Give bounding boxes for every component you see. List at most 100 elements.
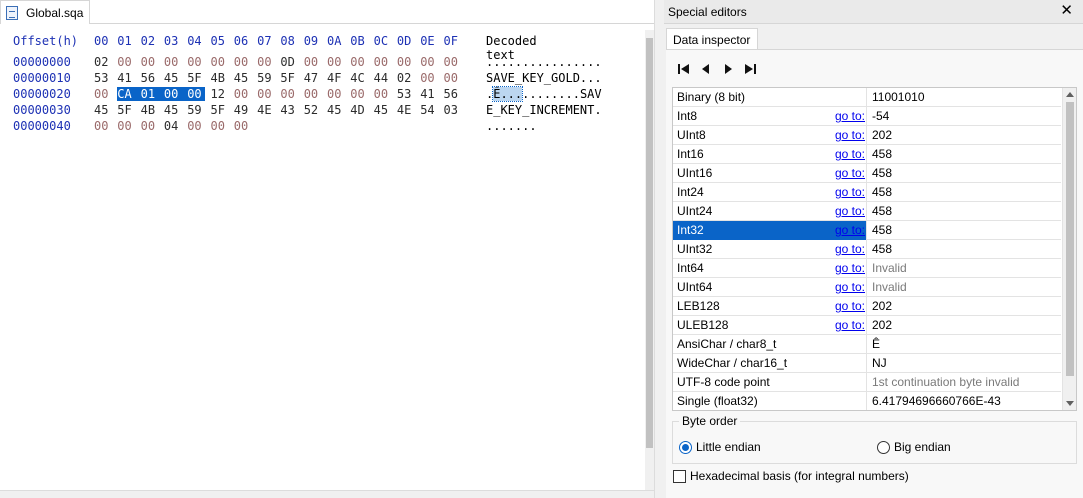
previous-icon[interactable]	[698, 61, 714, 77]
close-icon[interactable]: ✕	[1060, 3, 1073, 19]
hex-byte[interactable]: 4F	[327, 71, 345, 85]
hex-byte[interactable]: 00	[234, 119, 252, 133]
hex-vertical-scrollbar[interactable]	[645, 30, 654, 490]
inspector-row[interactable]: Int32 go to: 458	[673, 221, 1061, 240]
go-to-link[interactable]: go to:	[831, 202, 865, 220]
hex-byte[interactable]: 00	[374, 55, 392, 69]
hex-byte[interactable]: 5F	[117, 103, 135, 117]
hex-byte[interactable]: 45	[164, 103, 182, 117]
inspector-scrollbar-thumb[interactable]	[1066, 102, 1074, 376]
hex-byte[interactable]: 00	[257, 87, 275, 101]
hex-byte[interactable]: 00	[420, 71, 438, 85]
hex-byte[interactable]: 00	[280, 87, 298, 101]
hex-byte[interactable]: 59	[187, 103, 205, 117]
hex-byte[interactable]: 02	[397, 71, 415, 85]
selected-byte[interactable]: 01	[140, 87, 164, 101]
hex-byte[interactable]: 00	[304, 87, 322, 101]
hex-byte[interactable]: 00	[444, 71, 462, 85]
hex-byte[interactable]: 45	[94, 103, 112, 117]
selected-byte[interactable]: 00	[187, 87, 206, 101]
tab-data-inspector[interactable]: Data inspector	[666, 28, 758, 50]
hex-byte[interactable]: 43	[280, 103, 298, 117]
hex-byte[interactable]: 00	[420, 55, 438, 69]
go-to-link[interactable]: go to:	[831, 278, 865, 296]
hex-byte[interactable]: 4B	[141, 103, 159, 117]
hex-byte[interactable]: 00	[141, 119, 159, 133]
inspector-row[interactable]: UInt64 go to: Invalid	[673, 278, 1061, 297]
hex-byte[interactable]: 00	[350, 87, 368, 101]
scroll-up-icon[interactable]	[1066, 92, 1074, 97]
go-to-link[interactable]: go to:	[831, 164, 865, 182]
inspector-row[interactable]: AnsiChar / char8_t Ê	[673, 335, 1061, 354]
inspector-row-value[interactable]: NJ	[872, 354, 887, 372]
hex-byte[interactable]: 00	[141, 55, 159, 69]
hex-byte[interactable]: 41	[117, 71, 135, 85]
inspector-row-value[interactable]: 458	[872, 202, 892, 220]
inspector-row[interactable]: UInt8 go to: 202	[673, 126, 1061, 145]
inspector-row[interactable]: Int16 go to: 458	[673, 145, 1061, 164]
hex-byte[interactable]: 00	[211, 119, 229, 133]
hex-byte[interactable]: 5F	[211, 103, 229, 117]
first-icon[interactable]	[676, 61, 692, 77]
go-to-link[interactable]: go to:	[831, 316, 865, 334]
hex-scrollbar-thumb[interactable]	[646, 38, 653, 448]
hex-horizontal-scrollbar[interactable]	[0, 490, 654, 498]
hex-byte[interactable]: 00	[164, 55, 182, 69]
inspector-row-value[interactable]: 202	[872, 316, 892, 334]
hex-byte[interactable]: 00	[397, 55, 415, 69]
data-inspector-grid[interactable]: Binary (8 bit) 11001010 Int8 go to: -54 UInt8…	[672, 87, 1077, 411]
inspector-row-value[interactable]: -54	[872, 107, 889, 125]
decoded-text[interactable]: .......	[486, 119, 537, 133]
hex-byte[interactable]: 00	[327, 55, 345, 69]
hex-byte[interactable]: 45	[234, 71, 252, 85]
hex-byte[interactable]: 45	[164, 71, 182, 85]
inspector-row-value[interactable]: 202	[872, 297, 892, 315]
hex-byte[interactable]: 00	[117, 119, 135, 133]
hex-byte[interactable]: 0D	[280, 55, 298, 69]
inspector-row[interactable]: Int64 go to: Invalid	[673, 259, 1061, 278]
inspector-row-value[interactable]: 11001010	[872, 88, 925, 106]
inspector-row-value[interactable]: Invalid	[872, 278, 907, 296]
inspector-vertical-scrollbar[interactable]	[1062, 88, 1076, 410]
selected-byte[interactable]: CA	[117, 87, 141, 101]
hex-byte[interactable]: 44	[374, 71, 392, 85]
inspector-row[interactable]: ULEB128 go to: 202	[673, 316, 1061, 335]
hex-byte[interactable]: 4E	[397, 103, 415, 117]
little-endian-radio[interactable]: Little endian	[679, 440, 761, 454]
inspector-row-value[interactable]: 458	[872, 183, 892, 201]
hex-byte[interactable]: 00	[327, 87, 345, 101]
inspector-row[interactable]: Binary (8 bit) 11001010	[673, 88, 1061, 107]
inspector-row[interactable]: UTF-8 code point 1st continuation byte in…	[673, 373, 1061, 392]
hex-byte[interactable]: 4C	[350, 71, 368, 85]
hex-byte[interactable]: 54	[420, 103, 438, 117]
hex-byte[interactable]: 56	[444, 87, 462, 101]
hex-byte[interactable]: 59	[257, 71, 275, 85]
go-to-link[interactable]: go to:	[831, 240, 865, 258]
inspector-row[interactable]: Single (float32) 6.41794696660766E-43	[673, 392, 1061, 410]
decoded-text[interactable]: .Ê...........SAV	[486, 86, 602, 102]
hex-byte[interactable]: 12	[211, 87, 229, 101]
hex-byte[interactable]: 00	[234, 55, 252, 69]
hex-byte[interactable]: 00	[304, 55, 322, 69]
next-icon[interactable]	[720, 61, 736, 77]
decoded-text[interactable]: SAVE_KEY_GOLD...	[486, 71, 602, 85]
inspector-row-value[interactable]: Ê	[872, 335, 880, 353]
inspector-row[interactable]: WideChar / char16_t NJ	[673, 354, 1061, 373]
hex-byte[interactable]: 00	[187, 55, 205, 69]
decoded-text[interactable]: ................	[486, 55, 602, 69]
inspector-row[interactable]: UInt16 go to: 458	[673, 164, 1061, 183]
inspector-row-value[interactable]: 458	[872, 164, 892, 182]
hex-byte[interactable]: 53	[94, 71, 112, 85]
go-to-link[interactable]: go to:	[831, 107, 865, 125]
decoded-text[interactable]: E_KEY_INCREMENT.	[486, 103, 602, 117]
inspector-row[interactable]: LEB128 go to: 202	[673, 297, 1061, 316]
document-tab[interactable]: Global.sqa	[0, 0, 90, 24]
go-to-link[interactable]: go to:	[831, 297, 865, 315]
hex-byte[interactable]: 5F	[187, 71, 205, 85]
inspector-row-value[interactable]: 202	[872, 126, 892, 144]
hex-byte[interactable]: 00	[211, 55, 229, 69]
hex-byte[interactable]: 41	[420, 87, 438, 101]
hex-byte[interactable]: 4E	[257, 103, 275, 117]
hex-byte[interactable]: 49	[234, 103, 252, 117]
inspector-row-value[interactable]: 6.41794696660766E-43	[872, 392, 1001, 410]
